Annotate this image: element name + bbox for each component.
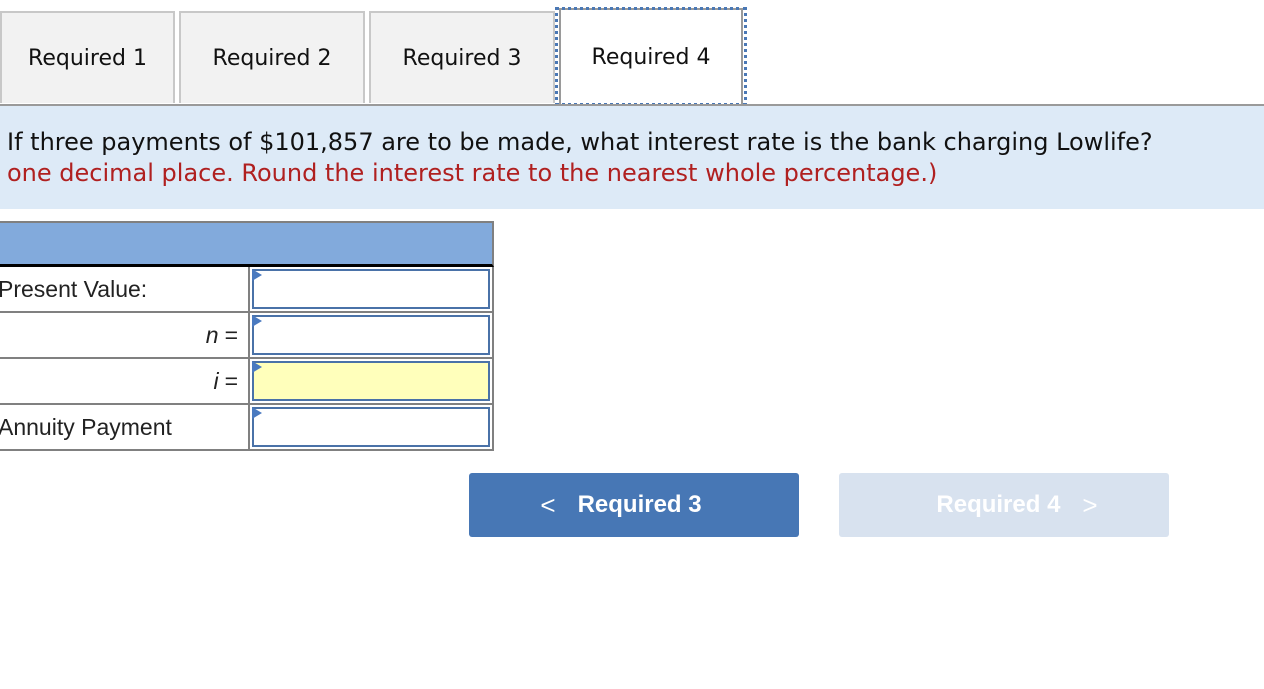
i-equals: =: [224, 367, 238, 394]
table-row-i: i =: [0, 359, 494, 405]
annuity-payment-label: Annuity Payment: [0, 413, 172, 440]
present-value-label: Present Value:: [0, 275, 148, 302]
i-label: i =: [0, 359, 248, 403]
question-text: If three payments of $101,857 are to be …: [7, 128, 1153, 156]
input-marker-icon: [252, 269, 262, 281]
table-header: [0, 221, 494, 267]
n-cell: [248, 313, 494, 359]
table-row-present-value: Present Value:: [0, 267, 494, 313]
tab-required-3[interactable]: Required 3: [369, 11, 555, 103]
table-row-annuity-payment: Annuity Payment: [0, 405, 494, 451]
prev-required-3-button[interactable]: < Required 3: [469, 473, 799, 537]
tab-required-2[interactable]: Required 2: [179, 11, 365, 103]
present-value-input[interactable]: [252, 269, 490, 309]
chevron-left-icon: <: [540, 489, 556, 520]
interest-rate-input[interactable]: [252, 361, 490, 401]
next-required-4-button[interactable]: Required 4 >: [839, 473, 1169, 537]
annuity-payment-cell: [248, 405, 494, 451]
input-marker-icon: [252, 315, 262, 327]
annuity-payment-input[interactable]: [252, 407, 490, 447]
annuity-table: Present Value: n = i = Annuity Payment: [0, 221, 494, 451]
input-marker-icon: [252, 361, 262, 373]
n-equals: =: [224, 321, 238, 348]
question-instruction: one decimal place. Round the interest ra…: [7, 159, 938, 187]
i-variable: i: [213, 367, 219, 394]
question-panel: If three payments of $101,857 are to be …: [0, 106, 1264, 209]
input-marker-icon: [252, 407, 262, 419]
n-input[interactable]: [252, 315, 490, 355]
tab-required-4[interactable]: Required 4: [555, 7, 747, 106]
chevron-right-icon: >: [1082, 489, 1098, 520]
next-button-label: Required 4: [936, 491, 1061, 518]
prev-button-label: Required 3: [577, 491, 702, 518]
n-label: n =: [0, 313, 248, 357]
present-value-cell: [248, 267, 494, 313]
i-cell: [248, 359, 494, 405]
n-variable: n: [205, 321, 219, 348]
table-row-n: n =: [0, 313, 494, 359]
tab-required-1[interactable]: Required 1: [0, 11, 175, 103]
